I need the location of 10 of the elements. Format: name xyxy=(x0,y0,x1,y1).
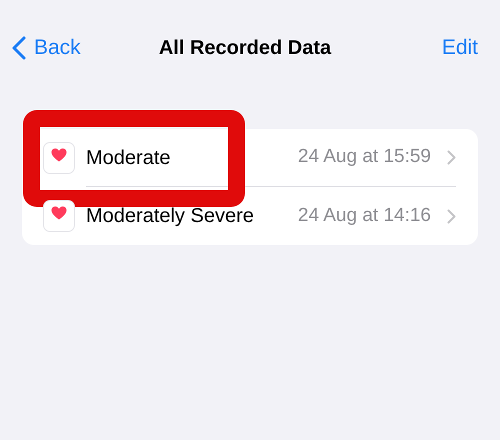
chevron-icon xyxy=(447,150,456,165)
edit-button[interactable]: Edit xyxy=(442,32,478,64)
back-icon xyxy=(12,36,26,60)
record-label: Moderate xyxy=(86,146,170,170)
back-button[interactable]: Back xyxy=(12,32,81,64)
record-date: 24 Aug at 15:59 xyxy=(298,145,431,170)
record-label: Moderately Severe xyxy=(86,204,254,229)
chevron-icon xyxy=(447,208,456,224)
screen-title: All Recorded Data xyxy=(158,36,332,61)
record-date: 24 Aug at 14:16 xyxy=(298,204,431,228)
